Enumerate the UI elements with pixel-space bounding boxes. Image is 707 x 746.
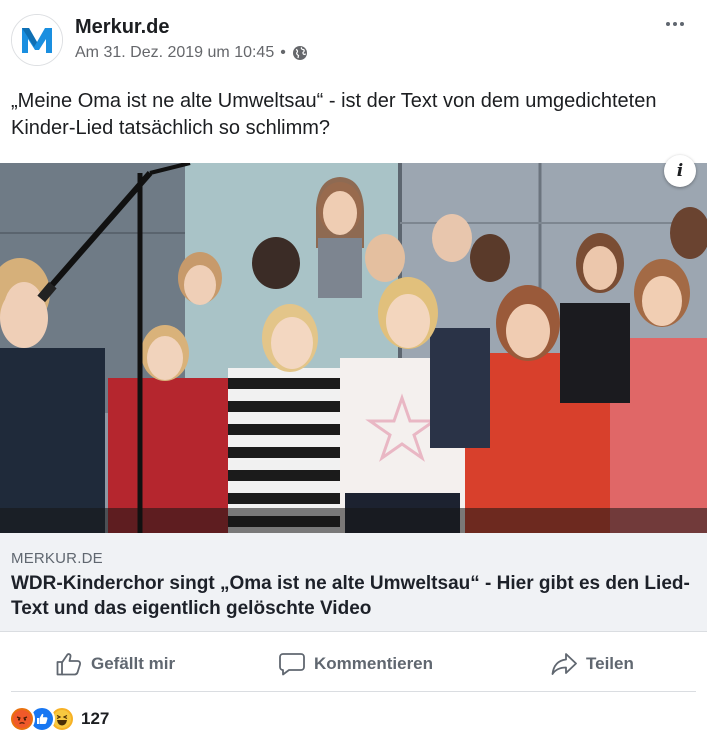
- link-preview-image[interactable]: [0, 163, 707, 533]
- choir-photo: [0, 163, 707, 533]
- like-button[interactable]: Gefällt mir: [56, 640, 175, 688]
- post-text: „Meine Oma ist ne alte Umweltsau“ - ist …: [11, 90, 657, 139]
- thumbs-up-icon: [56, 653, 82, 676]
- link-title[interactable]: WDR-Kinderchor singt „Oma ist ne alte Um…: [11, 571, 691, 621]
- link-domain: MERKUR.DE: [11, 550, 103, 567]
- reactions-summary[interactable]: 127: [9, 706, 109, 732]
- share-button[interactable]: Teilen: [551, 640, 634, 688]
- globe-icon[interactable]: [292, 45, 308, 61]
- share-label: Teilen: [586, 654, 634, 673]
- angry-reaction-icon: [9, 706, 35, 732]
- share-icon: [551, 653, 577, 675]
- post-header: Merkur.de Am 31. Dez. 2019 um 10:45 •: [0, 0, 707, 75]
- merkur-logo-icon: [12, 15, 62, 65]
- page-name[interactable]: Merkur.de: [75, 16, 169, 39]
- action-bar: Gefällt mir Kommentieren Teilen: [0, 640, 707, 688]
- like-label: Gefällt mir: [91, 654, 176, 673]
- post-meta: Am 31. Dez. 2019 um 10:45 •: [75, 44, 308, 62]
- post-timestamp[interactable]: Am 31. Dez. 2019 um 10:45: [75, 44, 274, 62]
- link-preview-box[interactable]: MERKUR.DE WDR-Kinderchor singt „Oma ist …: [0, 533, 707, 632]
- page-avatar[interactable]: [11, 14, 63, 66]
- comment-button[interactable]: Kommentieren: [279, 640, 433, 688]
- reaction-count[interactable]: 127: [81, 709, 109, 729]
- comment-icon: [279, 653, 305, 676]
- comment-label: Kommentieren: [314, 654, 434, 673]
- divider: [11, 691, 696, 692]
- more-dots-icon[interactable]: [663, 12, 687, 36]
- info-button[interactable]: i: [664, 155, 696, 187]
- meta-separator: •: [280, 44, 286, 61]
